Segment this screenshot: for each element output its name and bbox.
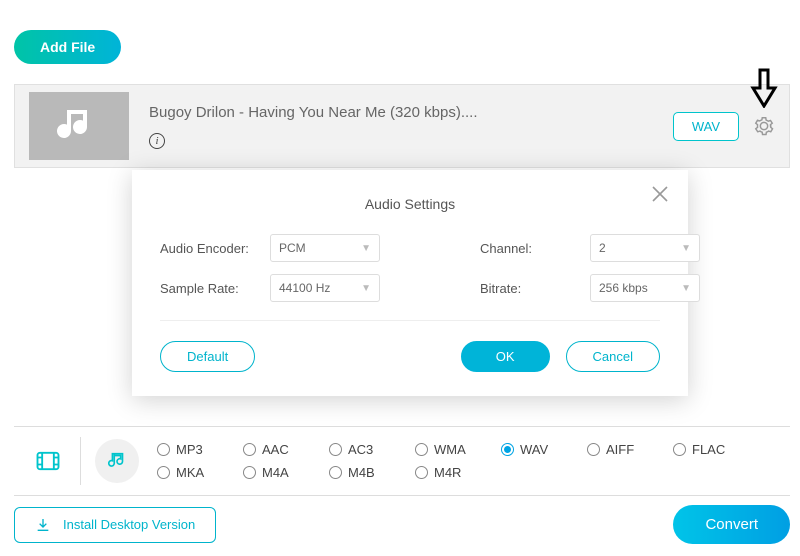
format-label: AC3 — [348, 442, 373, 457]
radio-icon — [329, 466, 342, 479]
format-label: FLAC — [692, 442, 725, 457]
divider — [160, 320, 660, 321]
radio-icon — [157, 466, 170, 479]
radio-icon — [415, 466, 428, 479]
format-option-mp3[interactable]: MP3 — [157, 442, 243, 457]
audio-tab-icon[interactable] — [95, 439, 139, 483]
add-file-button[interactable]: Add File — [14, 30, 121, 64]
convert-button[interactable]: Convert — [673, 505, 790, 544]
radio-icon — [587, 443, 600, 456]
gear-icon[interactable] — [753, 115, 775, 137]
video-tab-icon[interactable] — [34, 447, 62, 475]
ok-button[interactable]: OK — [461, 341, 550, 372]
format-label: WAV — [520, 442, 548, 457]
format-option-aiff[interactable]: AIFF — [587, 442, 673, 457]
music-note-icon — [55, 102, 103, 150]
format-option-aac[interactable]: AAC — [243, 442, 329, 457]
channel-value: 2 — [599, 241, 606, 255]
bottom-bar: Install Desktop Version Convert — [14, 505, 790, 544]
format-label: MKA — [176, 465, 204, 480]
format-label: WMA — [434, 442, 466, 457]
cancel-button[interactable]: Cancel — [566, 341, 660, 372]
sample-rate-label: Sample Rate: — [160, 281, 260, 296]
radio-icon — [501, 443, 514, 456]
file-title: Bugoy Drilon - Having You Near Me (320 k… — [149, 104, 673, 121]
format-label: AIFF — [606, 442, 634, 457]
radio-icon — [243, 466, 256, 479]
format-option-wav[interactable]: WAV — [501, 442, 587, 457]
info-icon[interactable]: i — [149, 133, 165, 149]
radio-icon — [415, 443, 428, 456]
file-meta: Bugoy Drilon - Having You Near Me (320 k… — [149, 104, 673, 149]
default-button[interactable]: Default — [160, 341, 255, 372]
file-row: Bugoy Drilon - Having You Near Me (320 k… — [14, 84, 790, 168]
format-label: M4A — [262, 465, 289, 480]
bitrate-select[interactable]: 256 kbps ▼ — [590, 274, 700, 302]
install-desktop-button[interactable]: Install Desktop Version — [14, 507, 216, 543]
radio-icon — [157, 443, 170, 456]
modal-title: Audio Settings — [160, 196, 660, 212]
format-label: M4B — [348, 465, 375, 480]
format-grid: MP3 AAC AC3 WMA WAV AIFF FLAC MKA M4A M4B M4R — [157, 442, 759, 480]
encoder-label: Audio Encoder: — [160, 241, 260, 256]
radio-icon — [673, 443, 686, 456]
format-option-mka[interactable]: MKA — [157, 465, 243, 480]
format-label: MP3 — [176, 442, 203, 457]
close-icon[interactable] — [650, 184, 670, 209]
separator — [80, 437, 81, 485]
format-bar: MP3 AAC AC3 WMA WAV AIFF FLAC MKA M4A M4B M4R — [14, 426, 790, 496]
format-option-m4b[interactable]: M4B — [329, 465, 415, 480]
format-option-ac3[interactable]: AC3 — [329, 442, 415, 457]
format-option-wma[interactable]: WMA — [415, 442, 501, 457]
bitrate-label: Bitrate: — [480, 281, 580, 296]
format-badge[interactable]: WAV — [673, 112, 739, 141]
format-option-m4a[interactable]: M4A — [243, 465, 329, 480]
encoder-select[interactable]: PCM ▼ — [270, 234, 380, 262]
bitrate-value: 256 kbps — [599, 281, 648, 295]
format-label: M4R — [434, 465, 461, 480]
format-option-m4r[interactable]: M4R — [415, 465, 501, 480]
chevron-down-icon: ▼ — [681, 283, 691, 294]
download-icon — [35, 517, 51, 533]
radio-icon — [329, 443, 342, 456]
encoder-value: PCM — [279, 241, 306, 255]
arrow-annotation-icon — [750, 68, 778, 108]
chevron-down-icon: ▼ — [361, 283, 371, 294]
file-thumbnail — [29, 92, 129, 160]
chevron-down-icon: ▼ — [681, 243, 691, 254]
format-option-flac[interactable]: FLAC — [673, 442, 759, 457]
sample-rate-select[interactable]: 44100 Hz ▼ — [270, 274, 380, 302]
channel-label: Channel: — [480, 241, 580, 256]
audio-settings-modal: Audio Settings Audio Encoder: PCM ▼ Chann… — [132, 170, 688, 396]
chevron-down-icon: ▼ — [361, 243, 371, 254]
radio-icon — [243, 443, 256, 456]
format-label: AAC — [262, 442, 289, 457]
sample-rate-value: 44100 Hz — [279, 281, 330, 295]
install-label: Install Desktop Version — [63, 517, 195, 532]
channel-select[interactable]: 2▼ — [590, 234, 700, 262]
